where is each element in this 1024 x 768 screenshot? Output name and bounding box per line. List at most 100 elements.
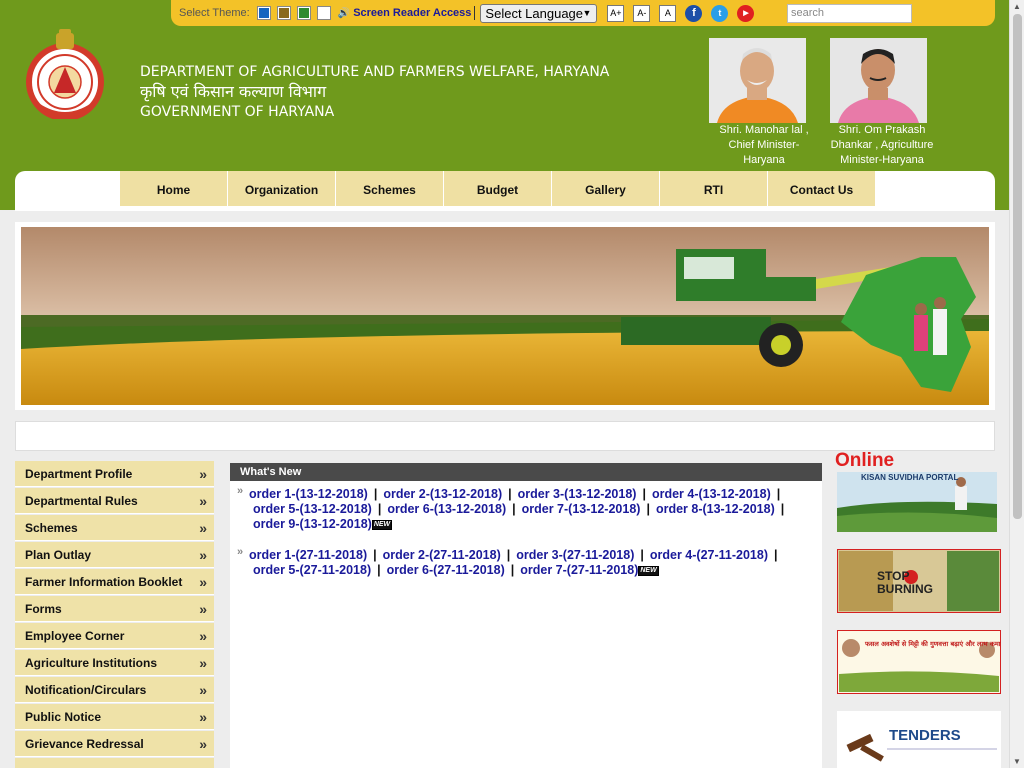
stop-burning-banner[interactable]: STOP BURNING	[837, 549, 1001, 613]
svg-text:BURNING: BURNING	[877, 582, 933, 596]
main-navigation: Home Organization Schemes Budget Gallery…	[15, 171, 995, 211]
chief-minister-photo	[709, 38, 806, 123]
whats-new-title: What's New	[230, 463, 822, 481]
order-link[interactable]: order 3-(27-11-2018)	[516, 548, 634, 562]
sidebar-item-notification-circulars[interactable]: Notification/Circulars»	[15, 677, 214, 703]
title-hindi: कृषि एवं किसान कल्याण विभाग	[140, 82, 327, 101]
order-link[interactable]: order 2-(13-12-2018)	[383, 487, 502, 501]
tenders-banner[interactable]: TENDERS	[837, 711, 1001, 768]
nav-gallery[interactable]: Gallery	[552, 171, 659, 206]
department-title: DEPARTMENT OF AGRICULTURE AND FARMERS WE…	[140, 62, 609, 122]
chevron-right-icon: »	[199, 520, 207, 536]
order-link[interactable]: order 8-(13-12-2018)	[656, 502, 775, 516]
order-link[interactable]: order 2-(27-11-2018)	[383, 548, 501, 562]
svg-text:फसल अवशेषों से मिट्टी की गुणवत: फसल अवशेषों से मिट्टी की गुणवत्ता बढ़ाएं…	[864, 640, 1001, 648]
nav-organization[interactable]: Organization	[228, 171, 335, 206]
order-link[interactable]: order 1-(13-12-2018)	[249, 487, 368, 501]
sidebar-menu: Department Profile» Departmental Rules» …	[15, 461, 214, 768]
online-heading: Online	[835, 450, 895, 471]
font-normal-button[interactable]: A	[659, 4, 677, 22]
order-link[interactable]: order 6-(13-12-2018)	[387, 502, 506, 516]
order-link[interactable]: order 7-(27-11-2018)	[520, 563, 638, 577]
kisan-suvidha-portal-banner[interactable]: KISAN SUVIDHA PORTAL	[837, 472, 997, 532]
header: Select Theme: 🔊 Screen Reader Access Sele…	[0, 0, 1009, 211]
scroll-up-arrow-icon[interactable]: ▲	[1013, 2, 1021, 11]
sidebar-item-departmental-rules[interactable]: Departmental Rules»	[15, 488, 214, 514]
sidebar-item-forms[interactable]: Forms»	[15, 596, 214, 622]
language-select[interactable]: Select Language ▼	[480, 3, 598, 23]
sidebar-item-plan-outlay[interactable]: Plan Outlay»	[15, 542, 214, 568]
bullet-icon: »	[237, 546, 244, 558]
whats-new-panel: What's New » order 1-(13-12-2018) | order …	[230, 463, 822, 768]
title-english: DEPARTMENT OF AGRICULTURE AND FARMERS WE…	[140, 64, 610, 80]
sidebar-item-department-profile[interactable]: Department Profile»	[15, 461, 214, 487]
whats-new-list: » order 1-(13-12-2018) | order 2-(13-12-20…	[230, 481, 822, 578]
harvest-banner-image	[21, 227, 989, 405]
order-link[interactable]: order 1-(27-11-2018)	[249, 548, 367, 562]
order-link[interactable]: order 6-(27-11-2018)	[387, 563, 505, 577]
twitter-icon[interactable]: t	[711, 4, 729, 22]
divider	[474, 6, 476, 20]
chevron-right-icon: »	[199, 466, 207, 482]
facebook-icon[interactable]: f	[685, 4, 703, 22]
order-link[interactable]: order 5-(27-11-2018)	[253, 563, 371, 577]
chevron-right-icon: »	[199, 493, 207, 509]
chevron-right-icon: »	[199, 574, 207, 590]
chevron-right-icon: »	[199, 628, 207, 644]
dropdown-arrow-icon: ▼	[582, 7, 592, 18]
title-government: GOVERNMENT OF HARYANA	[140, 104, 335, 120]
chief-minister-caption: Shri. Manohar lal , Chief Minister- Hary…	[719, 124, 809, 166]
nav-rti[interactable]: RTI	[660, 171, 767, 206]
chevron-right-icon: »	[199, 547, 207, 563]
font-increase-button[interactable]: A+	[607, 4, 625, 22]
theme-white-swatch[interactable]	[316, 6, 331, 20]
svg-text:STOP: STOP	[877, 569, 909, 583]
marquee-strip	[15, 421, 995, 451]
chevron-right-icon: »	[199, 655, 207, 671]
new-badge: NEW	[371, 519, 393, 530]
haryana-emblem-logo	[26, 29, 104, 119]
bullet-icon: »	[237, 485, 244, 497]
sidebar-item-more[interactable]	[15, 758, 214, 768]
sidebar-item-grievance-redressal[interactable]: Grievance Redressal»	[15, 731, 214, 757]
soil-quality-banner[interactable]: फसल अवशेषों से मिट्टी की गुणवत्ता बढ़ाएं…	[837, 630, 1001, 694]
scroll-thumb[interactable]	[1013, 14, 1022, 519]
agriculture-minister-caption: Shri. Om Prakash Dhankar , Agriculture M…	[830, 124, 934, 166]
whats-new-group-27-11-2018: » order 1-(27-11-2018) | order 2-(27-11-20…	[237, 546, 778, 577]
sidebar-item-public-notice[interactable]: Public Notice»	[15, 704, 214, 730]
banner-frame	[15, 222, 995, 410]
order-link[interactable]: order 9-(13-12-2018)	[253, 517, 372, 531]
whats-new-group-13-12-2018: » order 1-(13-12-2018) | order 2-(13-12-20…	[237, 485, 785, 531]
speaker-icon: 🔊	[337, 7, 351, 19]
sidebar-item-schemes[interactable]: Schemes»	[15, 515, 214, 541]
order-link[interactable]: order 3-(13-12-2018)	[518, 487, 637, 501]
search-input[interactable]: search	[787, 4, 912, 23]
nav-budget[interactable]: Budget	[444, 171, 551, 206]
order-link[interactable]: order 4-(13-12-2018)	[652, 487, 771, 501]
sidebar-item-agriculture-institutions[interactable]: Agriculture Institutions»	[15, 650, 214, 676]
theme-green-swatch[interactable]	[296, 6, 311, 20]
sidebar-item-employee-corner[interactable]: Employee Corner»	[15, 623, 214, 649]
vertical-scrollbar[interactable]: ▲ ▼	[1009, 0, 1024, 768]
order-link[interactable]: order 5-(13-12-2018)	[253, 502, 372, 516]
nav-home[interactable]: Home	[120, 171, 227, 206]
nav-schemes[interactable]: Schemes	[336, 171, 443, 206]
accessibility-bar: Select Theme: 🔊 Screen Reader Access Sele…	[171, 0, 995, 26]
svg-text:KISAN SUVIDHA PORTAL: KISAN SUVIDHA PORTAL	[861, 473, 958, 482]
font-decrease-button[interactable]: A-	[633, 4, 651, 22]
agriculture-minister-photo	[830, 38, 927, 123]
youtube-icon[interactable]: ▶	[737, 4, 755, 22]
theme-blue-swatch[interactable]	[256, 6, 271, 20]
theme-brown-swatch[interactable]	[276, 6, 291, 20]
page: Select Theme: 🔊 Screen Reader Access Sele…	[0, 0, 1009, 768]
order-link[interactable]: order 4-(27-11-2018)	[650, 548, 768, 562]
nav-contact-us[interactable]: Contact Us	[768, 171, 875, 206]
screen-reader-link[interactable]: 🔊 Screen Reader Access	[338, 7, 472, 19]
chevron-right-icon: »	[199, 709, 207, 725]
chevron-right-icon: »	[199, 682, 207, 698]
scroll-down-arrow-icon[interactable]: ▼	[1013, 757, 1021, 766]
order-link[interactable]: order 7-(13-12-2018)	[522, 502, 641, 516]
sidebar-item-farmer-information-booklet[interactable]: Farmer Information Booklet»	[15, 569, 214, 595]
theme-label: Select Theme:	[179, 7, 250, 19]
chevron-right-icon: »	[199, 601, 207, 617]
